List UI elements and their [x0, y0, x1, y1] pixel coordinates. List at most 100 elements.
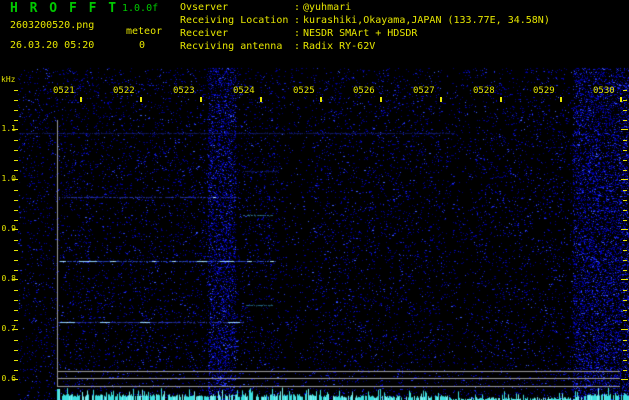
- freq-minor-tick: [14, 370, 18, 371]
- info-label: Recviving antenna: [180, 41, 283, 52]
- time-label: 0521: [53, 86, 75, 96]
- time-label: 0527: [413, 86, 435, 96]
- info-separator: :: [294, 15, 301, 26]
- freq-minor-tick: [623, 200, 627, 201]
- freq-minor-tick: [14, 360, 18, 361]
- time-label: 0526: [353, 86, 375, 96]
- freq-minor-tick: [14, 140, 18, 141]
- freq-minor-tick: [623, 220, 627, 221]
- info-row: Recviving antenna: Radix RY-62V: [180, 40, 629, 53]
- info-value: NESDR SMArt + HDSDR: [303, 28, 418, 39]
- filename-label: 2603200520.png: [10, 20, 95, 31]
- meteor-count: 0: [139, 40, 146, 51]
- info-label: Receiving Location: [180, 15, 289, 26]
- freq-minor-tick: [623, 350, 627, 351]
- freq-minor-tick: [623, 160, 627, 161]
- time-label: 0524: [233, 86, 255, 96]
- freq-minor-tick: [623, 260, 627, 261]
- freq-minor-tick: [14, 110, 18, 111]
- freq-major-tick: [621, 129, 628, 130]
- freq-minor-tick: [623, 170, 627, 171]
- freq-major-tick: [12, 129, 18, 130]
- freq-minor-tick: [623, 320, 627, 321]
- info-label: Ovserver: [180, 2, 229, 13]
- freq-minor-tick: [623, 150, 627, 151]
- freq-major-tick: [12, 279, 18, 280]
- time-tick: [200, 97, 202, 102]
- time-tick: [320, 97, 322, 102]
- freq-major-tick: [621, 379, 628, 380]
- info-row: Receiver: NESDR SMArt + HDSDR: [180, 27, 629, 40]
- freq-minor-tick: [14, 300, 18, 301]
- freq-minor-tick: [623, 340, 627, 341]
- freq-major-tick: [12, 329, 18, 330]
- freq-major-tick: [12, 179, 18, 180]
- freq-minor-tick: [623, 290, 627, 291]
- freq-minor-tick: [14, 290, 18, 291]
- freq-major-tick: [621, 229, 628, 230]
- freq-minor-tick: [623, 120, 627, 121]
- info-value: Radix RY-62V: [303, 41, 376, 52]
- freq-minor-tick: [14, 100, 18, 101]
- freq-minor-tick: [623, 300, 627, 301]
- info-label: Receiver: [180, 28, 229, 39]
- freq-minor-tick: [14, 260, 18, 261]
- freq-minor-tick: [623, 110, 627, 111]
- time-tick: [260, 97, 262, 102]
- freq-minor-tick: [623, 360, 627, 361]
- freq-major-tick: [12, 379, 18, 380]
- freq-minor-tick: [14, 160, 18, 161]
- time-label: 0525: [293, 86, 315, 96]
- freq-minor-tick: [14, 310, 18, 311]
- freq-minor-tick: [623, 90, 627, 91]
- time-label: 0522: [113, 86, 135, 96]
- freq-minor-tick: [623, 250, 627, 251]
- freq-minor-tick: [14, 200, 18, 201]
- time-label: 0528: [473, 86, 495, 96]
- time-tick: [140, 97, 142, 102]
- freq-major-tick: [621, 329, 628, 330]
- freq-minor-tick: [14, 90, 18, 91]
- freq-minor-tick: [14, 220, 18, 221]
- time-label: 0530: [593, 86, 615, 96]
- time-tick: [80, 97, 82, 102]
- time-tick: [380, 97, 382, 102]
- info-row: Ovserver: @yuhmari: [180, 1, 629, 14]
- freq-minor-tick: [14, 350, 18, 351]
- time-tick: [620, 97, 622, 102]
- freq-minor-tick: [14, 340, 18, 341]
- freq-major-tick: [621, 279, 628, 280]
- freq-minor-tick: [623, 100, 627, 101]
- freq-minor-tick: [623, 310, 627, 311]
- info-row: Receiving Location: kurashiki,Okayama,JAP…: [180, 14, 629, 27]
- info-value: kurashiki,Okayama,JAPAN (133.77E, 34.58N…: [303, 15, 550, 26]
- freq-minor-tick: [623, 370, 627, 371]
- time-label: 0523: [173, 86, 195, 96]
- freq-major-tick: [12, 229, 18, 230]
- freq-minor-tick: [14, 240, 18, 241]
- freq-minor-tick: [623, 210, 627, 211]
- freq-minor-tick: [14, 120, 18, 121]
- info-separator: :: [294, 28, 301, 39]
- info-value: @yuhmari: [303, 2, 352, 13]
- app-title: H R O F F T: [10, 1, 119, 16]
- info-separator: :: [294, 2, 301, 13]
- freq-unit-label: kHz: [1, 75, 16, 84]
- freq-major-tick: [621, 179, 628, 180]
- freq-minor-tick: [14, 270, 18, 271]
- time-tick: [560, 97, 562, 102]
- freq-minor-tick: [14, 170, 18, 171]
- freq-minor-tick: [14, 150, 18, 151]
- time-label: 0529: [533, 86, 555, 96]
- observer-info-table: Ovserver: @yuhmari Receiving Location: kura…: [180, 1, 629, 53]
- time-tick: [500, 97, 502, 102]
- time-tick: [440, 97, 442, 102]
- freq-minor-tick: [623, 270, 627, 271]
- version-label: 1.0.0f: [122, 3, 159, 14]
- freq-minor-tick: [14, 250, 18, 251]
- info-separator: :: [294, 41, 301, 52]
- datetime-label: 26.03.20 05:20: [10, 40, 95, 51]
- spectrogram-canvas: [0, 0, 629, 400]
- freq-minor-tick: [623, 190, 627, 191]
- freq-minor-tick: [623, 240, 627, 241]
